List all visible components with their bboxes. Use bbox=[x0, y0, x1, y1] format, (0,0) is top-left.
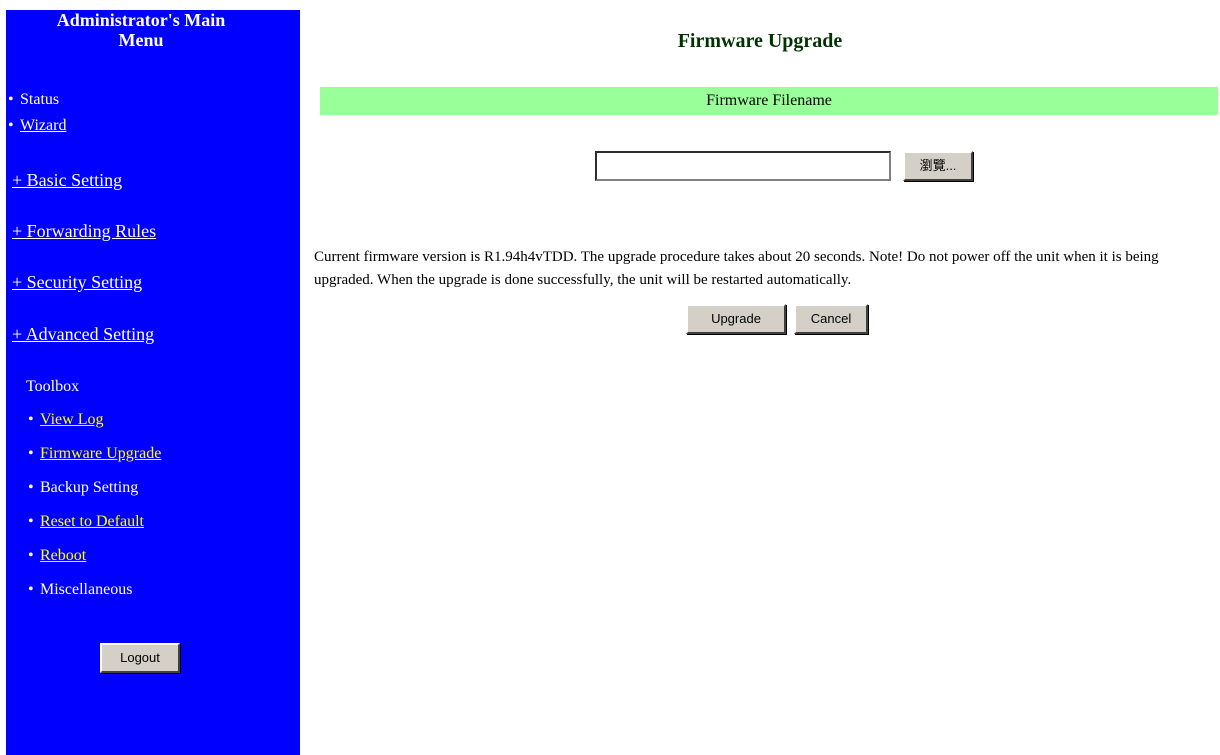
basic-setting-link[interactable]: + Basic Setting bbox=[12, 170, 122, 190]
toolbox-item-backup-setting: • Backup Setting bbox=[28, 478, 138, 498]
sidebar-section-basic-setting[interactable]: + Basic Setting bbox=[12, 169, 122, 191]
sidebar-item-status: • Status bbox=[8, 90, 59, 110]
sidebar: Administrator's Main Menu • Status • Wizar… bbox=[6, 10, 300, 755]
reboot-link[interactable]: Reboot bbox=[40, 547, 86, 564]
firmware-info-text: Current firmware version is R1.94h4vTDD.… bbox=[314, 249, 1159, 288]
sidebar-title-line2: Menu bbox=[118, 30, 164, 50]
bullet-icon: • bbox=[8, 91, 14, 108]
sidebar-title-line1: Administrator's Main bbox=[56, 10, 226, 30]
firmware-filename-header: Firmware Filename bbox=[320, 87, 1218, 115]
firmware-file-input[interactable] bbox=[595, 151, 891, 181]
forwarding-rules-link[interactable]: + Forwarding Rules bbox=[12, 221, 156, 241]
bullet-icon: • bbox=[28, 513, 34, 530]
toolbox-item-reset-to-default[interactable]: • Reset to Default bbox=[28, 512, 144, 532]
toolbox-item-miscellaneous: • Miscellaneous bbox=[28, 580, 132, 600]
upgrade-button[interactable]: Upgrade bbox=[686, 304, 786, 334]
backup-setting-label: Backup Setting bbox=[40, 479, 139, 496]
toolbox-item-view-log[interactable]: • View Log bbox=[28, 410, 103, 430]
sidebar-section-advanced-setting[interactable]: + Advanced Setting bbox=[12, 323, 154, 345]
security-setting-link[interactable]: + Security Setting bbox=[12, 272, 142, 292]
sidebar-item-label: Status bbox=[20, 91, 60, 108]
browse-button[interactable]: 瀏覽... bbox=[903, 151, 973, 181]
bullet-icon: • bbox=[28, 479, 34, 496]
bullet-icon: • bbox=[28, 581, 34, 598]
advanced-setting-link[interactable]: + Advanced Setting bbox=[12, 324, 154, 344]
view-log-link[interactable]: View Log bbox=[40, 411, 103, 428]
reset-to-default-link[interactable]: Reset to Default bbox=[40, 513, 144, 530]
main-content: Firmware Upgrade Firmware Filename 瀏覽...… bbox=[300, 0, 1220, 755]
bullet-icon: • bbox=[28, 547, 34, 564]
bullet-icon: • bbox=[28, 445, 34, 462]
toolbox-title: Toolbox bbox=[26, 378, 80, 395]
page-title: Firmware Upgrade bbox=[677, 30, 843, 52]
sidebar-section-forwarding-rules[interactable]: + Forwarding Rules bbox=[12, 220, 156, 242]
sidebar-title: Administrator's Main Menu bbox=[6, 10, 276, 50]
sidebar-item-wizard[interactable]: • Wizard bbox=[8, 116, 66, 136]
bullet-icon: • bbox=[8, 117, 14, 134]
bullet-icon: • bbox=[28, 411, 34, 428]
cancel-button[interactable]: Cancel bbox=[794, 304, 868, 334]
logout-button[interactable]: Logout bbox=[100, 643, 180, 673]
toolbox-item-reboot[interactable]: • Reboot bbox=[28, 546, 86, 566]
sidebar-section-security-setting[interactable]: + Security Setting bbox=[12, 271, 142, 293]
miscellaneous-label: Miscellaneous bbox=[40, 581, 133, 598]
firmware-upgrade-link[interactable]: Firmware Upgrade bbox=[40, 445, 161, 462]
wizard-link[interactable]: Wizard bbox=[20, 117, 66, 134]
toolbox-item-firmware-upgrade[interactable]: • Firmware Upgrade bbox=[28, 444, 161, 464]
